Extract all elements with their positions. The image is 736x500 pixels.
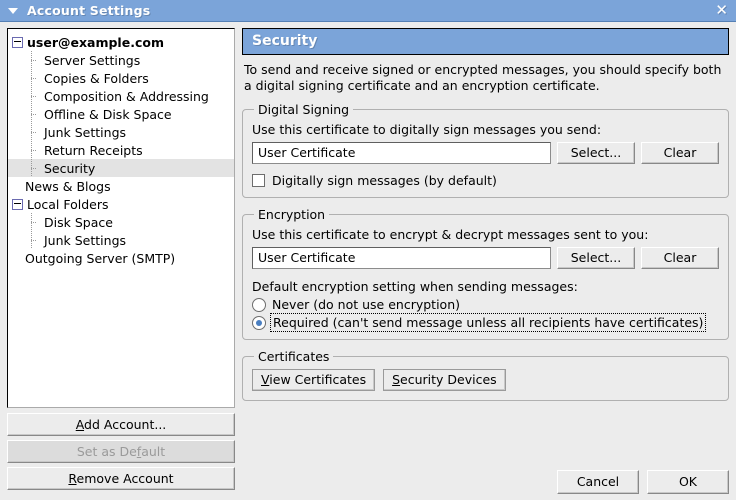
tree-item-label: Composition & Addressing xyxy=(44,88,209,104)
tree-item-label: Copies & Folders xyxy=(44,70,149,86)
tree-item-label: Local Folders xyxy=(27,196,109,212)
tree-item-copies-folders[interactable]: Copies & Folders xyxy=(8,69,234,87)
add-account-label: dd Account... xyxy=(84,417,167,432)
certificates-legend: Certificates xyxy=(258,349,330,364)
remove-account-label: emove Account xyxy=(76,471,174,486)
tree-connector-icon xyxy=(29,159,44,177)
tree-item-server-settings[interactable]: Server Settings xyxy=(8,51,234,69)
tree-item-label: Junk Settings xyxy=(44,124,127,140)
encryption-select-button[interactable]: Select... xyxy=(557,247,635,269)
radio-required-icon[interactable] xyxy=(252,315,266,330)
signing-clear-button[interactable]: Clear xyxy=(641,142,719,164)
tree-item-user-example-com[interactable]: user@example.com xyxy=(8,33,234,51)
certificates-group: Certificates View Certificates Security … xyxy=(242,349,729,401)
tree-connector-icon xyxy=(29,123,44,141)
encryption-option-required[interactable]: Required (can't send message unless all … xyxy=(252,313,719,332)
sidebar: user@example.com Server Settings Copies & … xyxy=(7,28,235,494)
tree-item-label: Return Receipts xyxy=(44,142,143,158)
account-tree[interactable]: user@example.com Server Settings Copies & … xyxy=(7,28,235,408)
tree-connector-icon xyxy=(29,231,44,249)
encryption-clear-button[interactable]: Clear xyxy=(641,247,719,269)
encryption-option-never-label: Never (do not use encryption) xyxy=(272,297,460,312)
close-icon[interactable]: ✕ xyxy=(713,3,730,18)
certificates-buttons: View Certificates Security Devices xyxy=(252,369,719,391)
add-account-accel: A xyxy=(75,417,85,432)
tree-item-offline-disk-space[interactable]: Offline & Disk Space xyxy=(8,105,234,123)
dialog-footer: Cancel OK xyxy=(242,468,729,494)
tree-connector-icon xyxy=(29,87,44,105)
settings-panel: Security To send and receive signed or e… xyxy=(242,28,729,494)
panel-title: Security xyxy=(242,28,729,55)
sidebar-buttons: Add Account... Set as Default Remove Acc… xyxy=(7,413,235,494)
default-encryption-label: Default encryption setting when sending … xyxy=(252,279,578,294)
tree-item-label: user@example.com xyxy=(27,34,164,50)
set-as-default-label-pre: Set as De xyxy=(76,444,137,459)
dialog-body: user@example.com Server Settings Copies & … xyxy=(0,22,736,500)
tree-item-return-receipts[interactable]: Return Receipts xyxy=(8,141,234,159)
encryption-group: Encryption Use this certificate to encry… xyxy=(242,207,729,340)
security-devices-label: ecurity Devices xyxy=(400,372,497,387)
tree-item-disk-space[interactable]: Disk Space xyxy=(8,213,234,231)
remove-account-accel: R xyxy=(68,471,77,486)
tree-item-local-folders[interactable]: Local Folders xyxy=(8,195,234,213)
tree-connector-icon xyxy=(29,51,44,69)
encryption-option-required-label: Required (can't send message unless all … xyxy=(269,313,707,332)
digital-signing-legend: Digital Signing xyxy=(258,102,350,117)
tree-connector-icon xyxy=(29,69,44,87)
view-certificates-button[interactable]: View Certificates xyxy=(252,369,376,391)
tree-item-label: Junk Settings xyxy=(44,232,127,248)
encryption-field-label: Use this certificate to encrypt & decryp… xyxy=(252,227,649,242)
radio-never-icon[interactable] xyxy=(252,297,266,312)
remove-account-button[interactable]: Remove Account xyxy=(7,467,235,490)
tree-item-label: Server Settings xyxy=(44,52,141,68)
digital-signing-group: Digital Signing Use this certificate to … xyxy=(242,102,729,198)
set-as-default-label-post: ault xyxy=(141,444,166,459)
tree-item-label: Disk Space xyxy=(44,214,113,230)
caret-down-icon[interactable] xyxy=(8,7,18,14)
encryption-certificate-input[interactable]: User Certificate xyxy=(252,247,551,269)
signing-select-button[interactable]: Select... xyxy=(557,142,635,164)
digital-signing-row: User Certificate Select... Clear xyxy=(252,142,719,164)
tree-item-junk-settings[interactable]: Junk Settings xyxy=(8,123,234,141)
tree-item-label: Outgoing Server (SMTP) xyxy=(25,250,176,266)
cancel-button[interactable]: Cancel xyxy=(557,470,639,494)
tree-connector-icon xyxy=(29,213,44,231)
tree-connector-icon xyxy=(29,141,44,159)
tree-item-news-blogs[interactable]: News & Blogs xyxy=(8,177,234,195)
window-title: Account Settings xyxy=(27,3,151,18)
encryption-row: User Certificate Select... Clear xyxy=(252,247,719,269)
security-devices-button[interactable]: Security Devices xyxy=(383,369,506,391)
tree-expander-minus-icon[interactable] xyxy=(12,198,23,210)
encryption-legend: Encryption xyxy=(258,207,326,222)
tree-item-security[interactable]: Security xyxy=(8,159,234,177)
ok-button[interactable]: OK xyxy=(647,470,729,494)
tree-item-label: News & Blogs xyxy=(25,178,111,194)
tree-item-junk-settings[interactable]: Junk Settings xyxy=(8,231,234,249)
tree-connector-icon xyxy=(29,105,44,123)
tree-item-composition-addressing[interactable]: Composition & Addressing xyxy=(8,87,234,105)
view-certificates-label: iew Certificates xyxy=(269,372,367,387)
window-titlebar: Account Settings ✕ xyxy=(0,0,736,22)
sign-by-default-label: Digitally sign messages (by default) xyxy=(272,173,497,188)
set-as-default-button: Set as Default xyxy=(7,440,235,463)
digital-signing-field-label: Use this certificate to digitally sign m… xyxy=(252,122,602,137)
encryption-option-never[interactable]: Never (do not use encryption) xyxy=(252,297,719,312)
tree-item-label: Offline & Disk Space xyxy=(44,106,172,122)
panel-description: To send and receive signed or encrypted … xyxy=(244,62,722,93)
security-devices-accel: S xyxy=(392,372,401,387)
tree-item-outgoing-server-smtp[interactable]: Outgoing Server (SMTP) xyxy=(8,249,234,267)
add-account-button[interactable]: Add Account... xyxy=(7,413,235,436)
sign-by-default-checkbox[interactable] xyxy=(252,174,265,187)
tree-expander-minus-icon[interactable] xyxy=(12,36,23,48)
sign-by-default-checkbox-row[interactable]: Digitally sign messages (by default) xyxy=(252,173,719,188)
tree-item-label: Security xyxy=(44,160,96,176)
signing-certificate-input[interactable]: User Certificate xyxy=(252,142,551,164)
